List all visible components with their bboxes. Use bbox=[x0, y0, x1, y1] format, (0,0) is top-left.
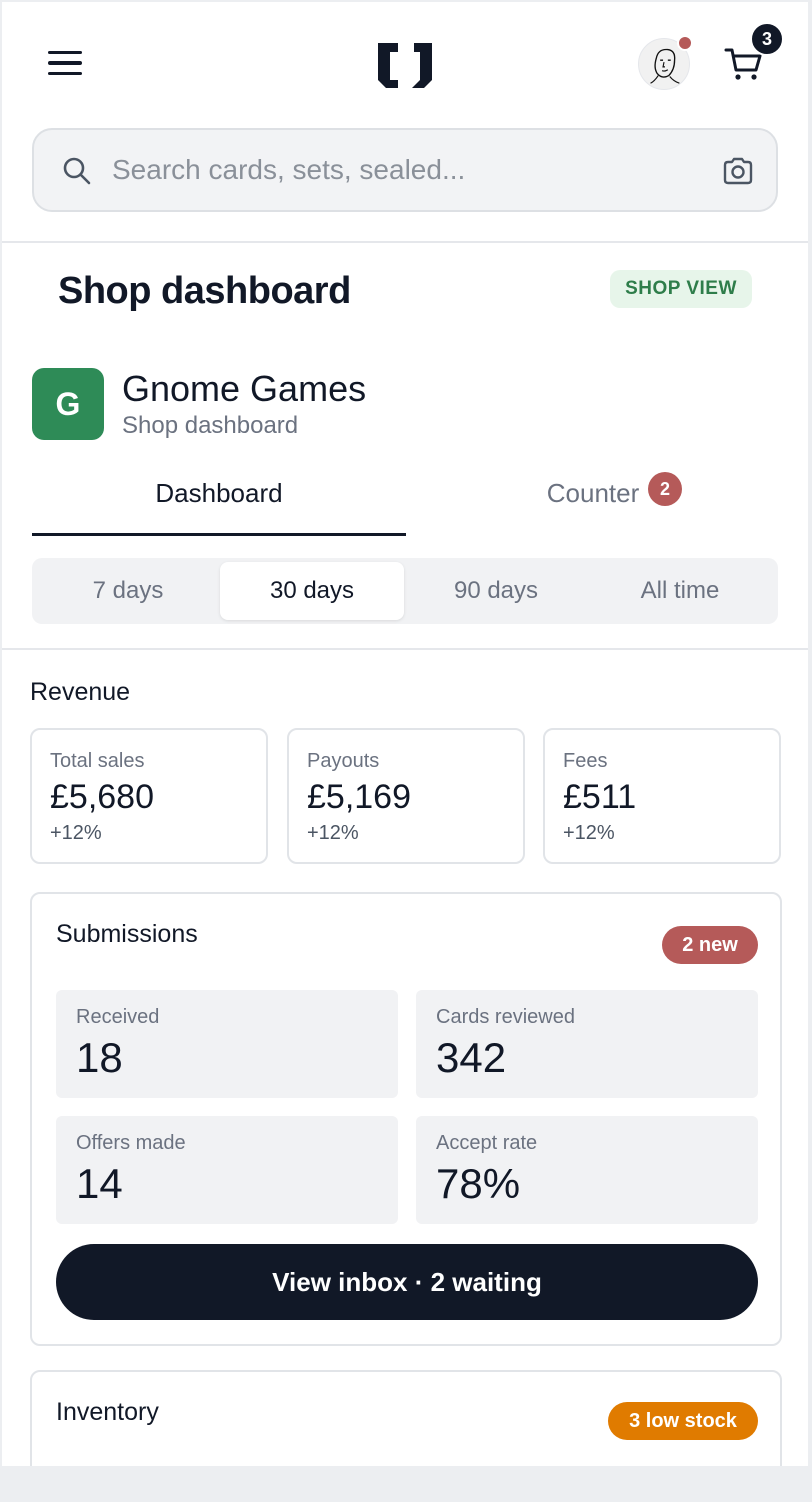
fees-card[interactable]: Fees £511 +12% bbox=[543, 728, 781, 864]
search-bar[interactable]: Search cards, sets, sealed... bbox=[32, 128, 778, 212]
tab-dashboard[interactable]: Dashboard bbox=[32, 478, 406, 536]
metric-value: 342 bbox=[436, 1034, 507, 1081]
camera-icon[interactable] bbox=[722, 156, 754, 186]
payouts-card[interactable]: Payouts £5,169 +12% bbox=[287, 728, 525, 864]
shop-subtitle: Shop dashboard bbox=[122, 412, 299, 439]
stat-value: £5,680 bbox=[50, 778, 154, 816]
stat-label: Payouts bbox=[307, 750, 380, 772]
range-30-days[interactable]: 30 days bbox=[220, 562, 404, 620]
stat-label: Fees bbox=[563, 750, 608, 772]
stat-change: +12% bbox=[50, 822, 102, 844]
bracket-logo-icon[interactable] bbox=[374, 40, 436, 90]
shop-name: Gnome Games bbox=[122, 368, 367, 409]
metric-value: 18 bbox=[76, 1034, 123, 1081]
shop-view-badge: SHOP VIEW bbox=[610, 270, 752, 308]
section-divider bbox=[2, 648, 808, 650]
metric-value: 14 bbox=[76, 1160, 123, 1207]
date-range-selector: 7 days 30 days 90 days All time bbox=[32, 558, 778, 624]
cards-reviewed-metric: Cards reviewed 342 bbox=[416, 990, 758, 1098]
avatar[interactable] bbox=[638, 35, 693, 90]
stat-change: +12% bbox=[307, 822, 359, 844]
tab-counter-label: Counter bbox=[546, 478, 640, 508]
notification-dot bbox=[677, 35, 693, 51]
header-divider bbox=[2, 241, 808, 243]
metric-label: Offers made bbox=[76, 1132, 186, 1154]
range-all-time[interactable]: All time bbox=[588, 562, 772, 620]
shop-logo: G bbox=[32, 368, 104, 440]
page-title: Shop dashboard bbox=[58, 270, 351, 312]
view-inbox-button[interactable]: View inbox · 2 waiting bbox=[56, 1244, 758, 1320]
tab-counter[interactable]: Counter bbox=[406, 478, 780, 536]
search-input[interactable]: Search cards, sets, sealed... bbox=[112, 154, 465, 186]
metric-value: 78% bbox=[436, 1160, 521, 1207]
inventory-title: Inventory bbox=[56, 1398, 159, 1426]
low-stock-badge: 3 low stock bbox=[608, 1402, 758, 1440]
metric-label: Cards reviewed bbox=[436, 1006, 575, 1028]
cart-count-badge: 3 bbox=[750, 22, 784, 56]
stat-value: £511 bbox=[563, 778, 637, 816]
counter-count-badge: 2 bbox=[648, 472, 682, 506]
submissions-panel: Submissions 2 new Received 18 Cards revi… bbox=[30, 892, 782, 1346]
revenue-title: Revenue bbox=[30, 678, 131, 706]
metric-label: Received bbox=[76, 1006, 160, 1028]
stat-label: Total sales bbox=[50, 750, 145, 772]
range-7-days[interactable]: 7 days bbox=[36, 562, 220, 620]
app-screen: 3 Search cards, sets, sealed... Shop das… bbox=[2, 2, 808, 1466]
offers-made-metric: Offers made 14 bbox=[56, 1116, 398, 1224]
stat-change: +12% bbox=[563, 822, 615, 844]
top-bar: 3 Search cards, sets, sealed... bbox=[2, 2, 808, 242]
search-icon bbox=[63, 157, 91, 185]
total-sales-card[interactable]: Total sales £5,680 +12% bbox=[30, 728, 268, 864]
range-90-days[interactable]: 90 days bbox=[404, 562, 588, 620]
received-metric: Received 18 bbox=[56, 990, 398, 1098]
metric-label: Accept rate bbox=[436, 1132, 538, 1154]
accept-rate-metric: Accept rate 78% bbox=[416, 1116, 758, 1224]
submissions-title: Submissions bbox=[56, 920, 198, 948]
new-submissions-badge: 2 new bbox=[662, 926, 758, 964]
stat-value: £5,169 bbox=[307, 778, 411, 816]
inventory-panel: Inventory 3 low stock bbox=[30, 1370, 782, 1466]
hamburger-menu-icon[interactable] bbox=[48, 44, 88, 82]
tab-dashboard-label: Dashboard bbox=[155, 478, 283, 508]
